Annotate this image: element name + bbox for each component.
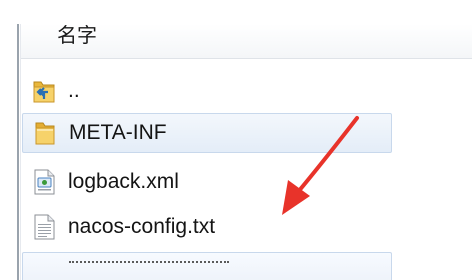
file-name: META-INF xyxy=(69,121,167,144)
panel-left-border xyxy=(17,24,19,280)
cropped-item-outline xyxy=(69,261,229,263)
folder-up-icon xyxy=(32,78,56,104)
list-item-parent-directory[interactable]: .. xyxy=(22,72,392,112)
file-name: .. xyxy=(68,79,80,102)
folder-icon xyxy=(33,120,57,146)
column-header-name[interactable]: 名字 xyxy=(21,24,472,59)
xml-file-icon xyxy=(32,169,56,195)
file-name: logback.xml xyxy=(68,170,179,193)
list-item-logback-xml[interactable]: logback.xml xyxy=(22,163,392,203)
file-name: nacos-config.txt xyxy=(68,215,216,238)
column-header-label: 名字 xyxy=(57,25,97,47)
panel-left-border-inner xyxy=(20,24,21,280)
list-item-nacos-config-txt[interactable]: nacos-config.txt xyxy=(22,208,392,248)
text-file-icon xyxy=(32,214,56,240)
list-item-partial[interactable] xyxy=(22,252,392,280)
list-item-meta-inf[interactable]: META-INF xyxy=(22,113,392,153)
file-list-panel: 名字 .. META-INF logback.xml nacos-config.… xyxy=(0,0,472,280)
